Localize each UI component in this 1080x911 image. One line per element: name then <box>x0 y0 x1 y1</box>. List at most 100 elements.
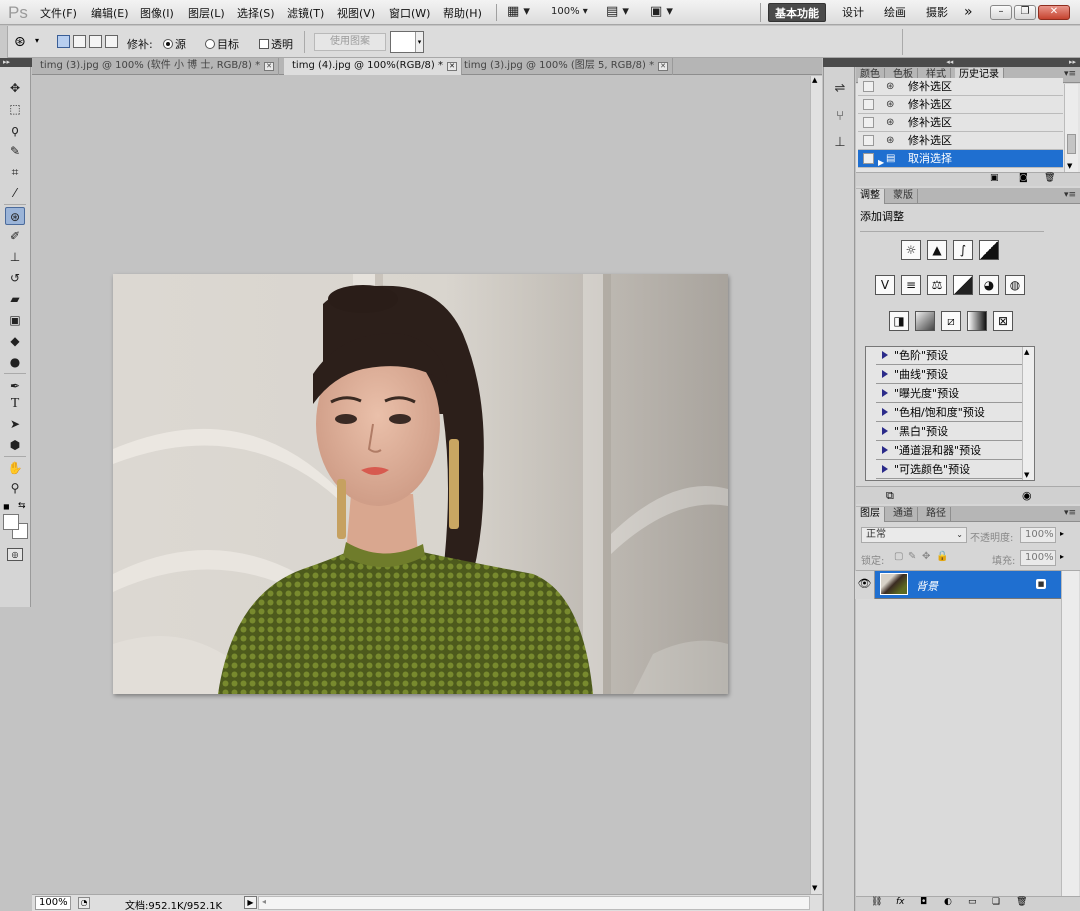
history-brush-tool-icon[interactable]: ↺ <box>5 269 25 287</box>
gradient-tool-icon[interactable]: ▣ <box>5 311 25 329</box>
foreground-color-swatch[interactable] <box>3 514 19 530</box>
brush-presets-icon[interactable]: ⑂ <box>832 109 848 125</box>
minimize-icon[interactable]: – <box>990 5 1012 20</box>
selective-color-icon[interactable]: ⊠ <box>993 311 1013 331</box>
history-item[interactable]: ⊛ 修补选区 <box>858 96 1063 114</box>
status-info-icon[interactable]: ◔ <box>78 897 90 909</box>
pattern-picker[interactable]: ▾ <box>390 31 424 53</box>
tab-masks[interactable]: 蒙版 <box>889 189 918 204</box>
crop-tool-icon[interactable]: ⌗ <box>5 163 25 181</box>
scroll-left-icon[interactable]: ◂ <box>262 897 266 906</box>
panel-menu-icon[interactable]: ▾≡ <box>1064 190 1076 200</box>
screen-mode-icon[interactable]: ▣ ▾ <box>650 4 673 20</box>
fill-field[interactable]: 100% <box>1020 550 1056 566</box>
menu-help[interactable]: 帮助(H) <box>443 5 482 21</box>
brightness-contrast-icon[interactable]: ☼ <box>901 240 921 260</box>
eye-icon[interactable]: 👁 <box>855 571 875 599</box>
new-group-icon[interactable]: ▭ <box>968 897 977 907</box>
zoom-level-dropdown[interactable]: 100% ▾ <box>551 4 588 20</box>
gradient-map-icon[interactable] <box>967 311 987 331</box>
use-pattern-button[interactable]: 使用图案 <box>314 33 386 51</box>
menu-window[interactable]: 窗口(W) <box>389 5 430 21</box>
tab-paths[interactable]: 路径 <box>922 507 951 522</box>
preset-black-white[interactable]: "黑白"预设 <box>876 423 1031 441</box>
toggle-preview-icon[interactable]: ◉ <box>1022 489 1032 502</box>
panel-menu-icon[interactable]: ▾≡ <box>1064 508 1076 518</box>
new-snapshot-icon[interactable]: ◙ <box>1019 173 1028 183</box>
pen-tool-icon[interactable]: ✒ <box>5 377 25 395</box>
vertical-scrollbar[interactable]: ▲ ▼ <box>810 76 822 894</box>
menu-layer[interactable]: 图层(L) <box>188 5 225 21</box>
path-selection-tool-icon[interactable]: ➤ <box>5 415 25 433</box>
lock-transparent-icon[interactable]: ▢ <box>894 551 903 562</box>
move-tool-icon[interactable]: ✥ <box>5 79 25 97</box>
workspace-photo-button[interactable]: 摄影 <box>920 3 954 22</box>
pattern-dropdown-icon[interactable]: ▾ <box>415 32 423 52</box>
workspace-paint-button[interactable]: 绘画 <box>878 3 912 22</box>
quick-selection-tool-icon[interactable]: ✎ <box>5 142 25 160</box>
history-item[interactable]: ⊛ 修补选区 <box>858 78 1063 96</box>
toolbox-collapse-strip[interactable]: ▸▸ <box>0 58 32 67</box>
menu-edit[interactable]: 编辑(E) <box>91 5 129 21</box>
trash-icon[interactable]: 🗑 <box>1044 173 1055 183</box>
posterize-icon[interactable] <box>915 311 935 331</box>
history-snapshot-check[interactable] <box>863 99 874 110</box>
opacity-field[interactable]: 100% <box>1020 527 1056 543</box>
fx-icon[interactable]: fx <box>896 897 905 907</box>
tool-preset-dropdown[interactable]: ▾ <box>35 36 39 45</box>
hue-saturation-icon[interactable]: ≡ <box>901 275 921 295</box>
layer-row-background[interactable]: 👁 背景 ■ <box>855 571 1061 599</box>
brush-tool-icon[interactable]: ✐ <box>5 227 25 245</box>
type-tool-icon[interactable]: T <box>5 395 25 413</box>
preset-curves[interactable]: "曲线"预设 <box>876 366 1031 384</box>
menu-view[interactable]: 视图(V) <box>337 5 375 21</box>
quick-mask-icon[interactable]: ◎ <box>7 548 23 561</box>
document-image[interactable] <box>113 274 728 694</box>
scroll-up-icon[interactable]: ▲ <box>1024 348 1029 356</box>
color-balance-icon[interactable]: ⚖ <box>927 275 947 295</box>
tab-channels[interactable]: 通道 <box>889 507 918 522</box>
scroll-down-icon[interactable]: ▼ <box>1024 471 1029 479</box>
add-mask-icon[interactable]: ◘ <box>920 897 927 907</box>
tab-document-3[interactable]: timg (3).jpg @ 100% (图层 5, RGB/8) * ✕ <box>456 58 674 75</box>
blur-tool-icon[interactable]: ◆ <box>5 332 25 350</box>
history-item[interactable]: ⊛ 修补选区 <box>858 132 1063 150</box>
preset-selective-color[interactable]: "可选颜色"预设 <box>876 461 1031 479</box>
patch-tool-icon[interactable]: ⊛ <box>5 207 25 225</box>
dodge-tool-icon[interactable]: ● <box>5 353 25 371</box>
history-snapshot-check[interactable] <box>863 135 874 146</box>
vibrance-icon[interactable]: V <box>875 275 895 295</box>
preset-hue-saturation[interactable]: "色相/饱和度"预设 <box>876 404 1031 422</box>
lock-image-icon[interactable]: ✎ <box>908 551 916 562</box>
add-selection-icon[interactable] <box>73 35 86 48</box>
eyedropper-tool-icon[interactable]: ⁄ <box>5 184 25 202</box>
subtract-selection-icon[interactable] <box>89 35 102 48</box>
exposure-icon[interactable] <box>979 240 999 260</box>
invert-icon[interactable]: ◨ <box>889 311 909 331</box>
swap-colors-icon[interactable]: ⇆ <box>18 501 26 511</box>
close-icon[interactable]: ✕ <box>1038 5 1070 20</box>
new-layer-icon[interactable]: ❏ <box>992 897 1000 907</box>
patch-source-radio[interactable]: 源 <box>163 36 186 52</box>
history-item-current[interactable]: ▶ ▤ 取消选择 <box>858 150 1063 168</box>
close-icon[interactable]: ✕ <box>264 62 275 71</box>
history-snapshot-check[interactable] <box>863 81 874 92</box>
panel-menu-icon[interactable]: ▾≡ <box>1064 69 1076 79</box>
channel-mixer-icon[interactable]: ◍ <box>1005 275 1025 295</box>
history-snapshot-check[interactable] <box>863 117 874 128</box>
transparent-checkbox[interactable]: 透明 <box>259 36 293 52</box>
hand-tool-icon[interactable]: ✋ <box>5 459 25 477</box>
scroll-up-icon[interactable]: ▲ <box>812 76 817 84</box>
zoom-tool-icon[interactable]: ⚲ <box>5 479 25 497</box>
marquee-tool-icon[interactable]: ⬚ <box>5 100 25 118</box>
history-scrollbar[interactable]: ▼ <box>1064 84 1078 172</box>
preset-levels[interactable]: "色阶"预设 <box>876 347 1031 365</box>
presets-scrollbar[interactable]: ▲ ▼ <box>1022 347 1034 480</box>
menu-filter[interactable]: 滤镜(T) <box>287 5 324 21</box>
tab-layers[interactable]: 图层 <box>856 507 885 522</box>
workspace-more-button[interactable]: » <box>958 3 979 22</box>
lock-position-icon[interactable]: ✥ <box>922 551 930 562</box>
curves-icon[interactable]: ∫ <box>953 240 973 260</box>
clone-source-icon[interactable]: ⊥ <box>832 135 848 151</box>
layer-name[interactable]: 背景 <box>916 578 938 594</box>
